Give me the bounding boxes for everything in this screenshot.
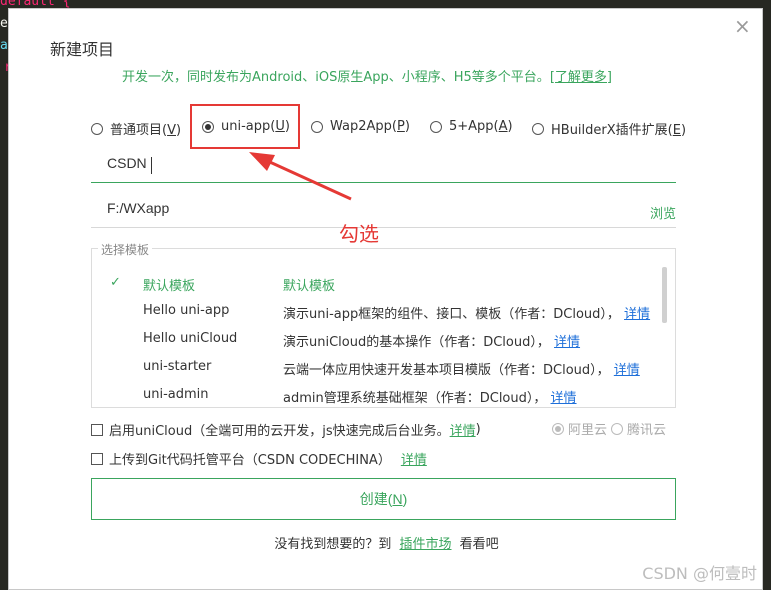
radio-wap2app[interactable]: Wap2App(P) (311, 119, 410, 134)
unicloud-checkbox-row[interactable]: 启用uniCloud（全端可用的云开发，js快速完成后台业务。 详情 ) (91, 420, 481, 439)
radio-icon (430, 120, 442, 133)
template-desc: 默认模板 (283, 279, 336, 294)
footer-text: 没有找到想要的？到 插件市场 看看吧 (274, 537, 499, 552)
project-path-field: 浏览 (91, 195, 676, 228)
template-name: Hello uniCloud (143, 331, 238, 346)
project-type-group: 普通项目(V) uni-app(U) Wap2App(P) 5+App(A) H… (91, 119, 691, 139)
create-button[interactable]: 创建(N) (91, 478, 676, 520)
template-scrollbar[interactable] (662, 267, 667, 323)
plugin-market-link[interactable]: 插件市场 (399, 537, 451, 552)
template-name: Hello uni-app (143, 303, 230, 318)
annotation-label: 勾选 (339, 222, 379, 246)
radio-icon (91, 122, 103, 135)
template-panel: 选择模板 ✓ 默认模板 默认模板 Hello uni-app 演示uni-app… (91, 241, 676, 408)
git-detail-link[interactable]: 详情 (401, 449, 427, 468)
radio-icon (311, 120, 323, 133)
checkbox-icon (91, 423, 103, 436)
text-caret (151, 157, 152, 174)
dialog-subtitle: 开发一次，同时发布为Android、iOS原生App、小程序、H5等多个平台。[… (122, 66, 612, 85)
template-row[interactable]: Hello uniCloud 演示uniCloud的基本操作（作者：DCloud… (92, 331, 652, 353)
template-detail-link[interactable]: 详情 (614, 363, 640, 378)
browse-button[interactable]: 浏览 (650, 203, 676, 222)
dialog-title: 新建项目 (50, 40, 115, 59)
annotation-arrow-icon (249, 152, 352, 201)
cloud-provider-group: 阿里云 腾讯云 (552, 419, 670, 438)
template-row[interactable]: uni-admin admin管理系统基础框架（作者：DCloud）， 详情 (92, 387, 652, 407)
git-label: 上传到Git代码托管平台（CSDN CODECHINA） (109, 453, 391, 468)
unicloud-label-suffix: ) (475, 422, 481, 437)
provider-aliyun[interactable]: 阿里云 (552, 419, 607, 438)
unicloud-label: 启用uniCloud（全端可用的云开发，js快速完成后台业务。 (109, 424, 450, 439)
template-row[interactable]: uni-starter 云端一体应用快速开发基本项目模版（作者：DCloud），… (92, 359, 652, 381)
template-detail-link[interactable]: 详情 (554, 335, 580, 350)
template-row[interactable]: ✓ 默认模板 默认模板 (92, 275, 652, 297)
close-icon[interactable]: × (734, 16, 751, 36)
radio-checked-icon (202, 120, 214, 133)
radio-label: 普通项目(V) (110, 123, 182, 138)
code-snippet-e: e (0, 16, 8, 31)
new-project-dialog: × 新建项目 开发一次，同时发布为Android、iOS原生App、小程序、H5… (8, 8, 763, 590)
radio-label: 5+App(A) (449, 119, 513, 134)
radio-icon (532, 122, 544, 135)
template-name: 默认模板 (143, 279, 196, 294)
template-desc: 演示uni-app框架的组件、接口、模板（作者：DCloud）， 详情 (283, 307, 651, 322)
template-desc: 演示uniCloud的基本操作（作者：DCloud）， 详情 (283, 335, 581, 350)
radio-5plus-app[interactable]: 5+App(A) (430, 119, 513, 134)
checkbox-icon (91, 452, 103, 465)
template-detail-link[interactable]: 详情 (551, 391, 577, 406)
git-checkbox-row[interactable]: 上传到Git代码托管平台（CSDN CODECHINA） 详情 (91, 449, 427, 468)
template-row[interactable]: Hello uni-app 演示uni-app框架的组件、接口、模板（作者：DC… (92, 303, 652, 325)
check-icon: ✓ (110, 275, 121, 290)
radio-icon (611, 422, 624, 435)
radio-checked-icon (552, 422, 564, 435)
template-name: uni-starter (143, 359, 212, 374)
radio-label: HBuilderX插件扩展(E) (551, 123, 687, 138)
subtitle-text: 开发一次，同时发布为Android、iOS原生App、小程序、H5等多个平台。 (122, 70, 550, 85)
radio-uni-app[interactable]: uni-app(U) (202, 119, 290, 134)
template-desc: admin管理系统基础框架（作者：DCloud）， 详情 (283, 391, 577, 406)
code-snippet-a: a (0, 38, 8, 53)
provider-tencent[interactable]: 腾讯云 (611, 419, 666, 438)
radio-normal-project[interactable]: 普通项目(V) (91, 119, 181, 138)
template-desc: 云端一体应用快速开发基本项目模版（作者：DCloud）， 详情 (283, 363, 640, 378)
learn-more-link[interactable]: [了解更多] (550, 70, 612, 85)
template-name: uni-admin (143, 387, 209, 402)
template-legend: 选择模板 (98, 241, 153, 258)
template-detail-link[interactable]: 详情 (624, 307, 650, 322)
radio-label: Wap2App(P) (330, 119, 410, 134)
project-name-field (91, 150, 676, 183)
radio-label: uni-app(U) (221, 119, 290, 134)
unicloud-detail-link[interactable]: 详情 (450, 420, 476, 439)
watermark: CSDN @何壹时 (642, 564, 757, 583)
radio-hbuilderx-plugin[interactable]: HBuilderX插件扩展(E) (532, 119, 686, 138)
